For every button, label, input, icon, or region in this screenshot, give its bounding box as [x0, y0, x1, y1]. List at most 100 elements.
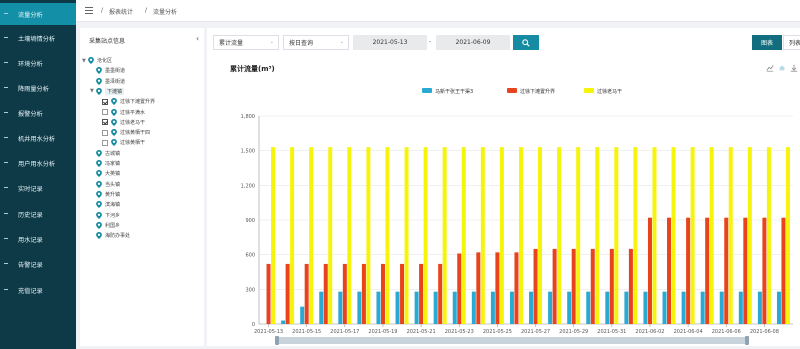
search-button[interactable]: [513, 35, 539, 50]
site-tree-panel: 采集站点信息 ‹ ▼ 沧化区 墨墨街道 墨泽街道 ▼ 下滩镇 过徐下滩置升界 过徐平满水 过徐老…: [80, 28, 204, 346]
tree-station-node[interactable]: 过徐黄栖干: [102, 139, 145, 147]
bar-1: [300, 306, 305, 324]
bar-2: [285, 263, 290, 324]
tree-region-node[interactable]: 冯家镇: [90, 160, 120, 167]
tree-region-node[interactable]: 墨泽街道: [90, 77, 125, 85]
checkbox[interactable]: [102, 119, 108, 126]
end-date-input[interactable]: 2021-06-09: [436, 35, 510, 50]
query-mode-value: 按日查询: [289, 40, 314, 47]
bar-2: [266, 263, 271, 324]
query-mode-select[interactable]: 按日查询 ⌄: [283, 35, 349, 50]
location-pin-icon: [96, 67, 102, 75]
sidebar-item-user-water[interactable]: 用户用水分析: [0, 152, 76, 174]
flow-type-select[interactable]: 累计流量 ⌄: [213, 35, 279, 50]
tree-region-node[interactable]: ▼ 沧化区: [82, 57, 112, 64]
bar-1: [509, 291, 514, 324]
sidebar-item-alert-records[interactable]: 告警记录: [0, 253, 76, 275]
location-pin-icon: [96, 160, 102, 167]
breadcrumb-separator: /: [145, 7, 148, 14]
sidebar-item-label: 降雨量分析: [18, 85, 49, 93]
bar-2: [552, 248, 557, 324]
zoom-slider-handle-left[interactable]: [275, 336, 279, 345]
location-pin-icon: [96, 190, 102, 198]
tree-node-label: 黄升镇: [105, 191, 121, 198]
tree-region-node[interactable]: 海防办事处: [90, 232, 130, 240]
tree-station-node[interactable]: 过徐下滩置升界: [102, 98, 156, 106]
bar-2: [323, 263, 328, 324]
bar-3: [366, 147, 371, 324]
bar-1: [548, 291, 553, 324]
bar-2: [400, 263, 405, 324]
checkbox[interactable]: [102, 98, 108, 105]
start-date-input[interactable]: 2021-05-13: [353, 35, 427, 50]
bar-3: [652, 147, 657, 324]
tree-station-node[interactable]: 过徐黄栖干四: [102, 129, 150, 137]
location-pin-icon: [96, 201, 102, 209]
bar-1: [567, 291, 572, 324]
zoom-slider-handle-right[interactable]: [745, 336, 749, 345]
tree-node-label: 墨墨街道: [105, 68, 126, 75]
tree-region-node[interactable]: 当头镇: [90, 180, 120, 188]
sidebar-item-soil-moisture[interactable]: 土壤墒情分析: [0, 27, 76, 49]
location-pin-icon: [111, 118, 117, 126]
sidebar-item-history[interactable]: 历史记录: [0, 203, 76, 225]
sidebar-item-water-usage[interactable]: 用水记录: [0, 228, 76, 250]
sidebar-item-recharge[interactable]: 充值记录: [0, 279, 76, 301]
menu-toggle-icon[interactable]: [85, 7, 93, 14]
sidebar-item-flow-analysis[interactable]: 流量分析: [0, 3, 76, 25]
bar-2: [419, 263, 424, 324]
bar-2: [342, 263, 347, 324]
tree-station-node[interactable]: 过徐老马干: [102, 118, 145, 126]
sidebar-item-rainfall[interactable]: 降雨量分析: [0, 77, 76, 99]
tree-node-label: 冯家镇: [105, 161, 121, 167]
sidebar-item-realtime[interactable]: 实时记录: [0, 177, 76, 199]
tree-region-node[interactable]: 大英镇: [90, 170, 121, 178]
tree-node-label: 古城镇: [105, 150, 121, 157]
tree-node-label: 沧化区: [97, 58, 113, 64]
bar-1: [529, 291, 534, 324]
tree-region-node[interactable]: ▼ 下滩镇: [90, 87, 125, 95]
chart-view-button[interactable]: 图表: [752, 35, 782, 50]
sidebar-item-alarm[interactable]: 报警分析: [0, 102, 76, 124]
checkbox[interactable]: [102, 109, 108, 115]
checkbox[interactable]: [102, 129, 108, 136]
location-pin-icon: [96, 221, 102, 229]
bar-3: [328, 147, 333, 324]
bar-1: [586, 291, 591, 324]
bar-2: [380, 263, 385, 324]
sidebar-item-environment[interactable]: 环境分析: [0, 52, 76, 74]
bar-2: [495, 252, 500, 324]
bar-2: [781, 217, 786, 324]
bar-3: [385, 147, 390, 324]
tree-region-node[interactable]: 利国乡: [90, 221, 120, 229]
tree-station-node[interactable]: 过徐平满水: [102, 108, 145, 116]
bar-3: [442, 147, 447, 324]
bar-1: [776, 291, 781, 324]
tree-node-label: 过徐下滩置升界: [120, 99, 156, 106]
tree-node-label: 下河乡: [105, 212, 121, 219]
legend-swatch: [422, 88, 432, 93]
collapse-panel-icon[interactable]: ‹: [196, 34, 199, 43]
location-pin-icon: [111, 129, 117, 137]
sidebar-item-well-water[interactable]: 机井用水分析: [0, 127, 76, 149]
tree-region-node[interactable]: 下河乡: [90, 211, 121, 219]
bar-1: [471, 291, 476, 324]
x-tick-label: 2021-06-04: [674, 329, 703, 335]
bar-3: [690, 147, 695, 324]
tree-node-label: 大英镇: [105, 171, 121, 178]
tree-region-node[interactable]: 黄升镇: [90, 190, 121, 198]
x-tick-label: 2021-06-08: [750, 329, 779, 335]
tree-region-node[interactable]: 滨海镇: [90, 201, 120, 209]
tree-node-label: 下滩镇: [105, 87, 125, 95]
y-tick-label: 900: [245, 218, 255, 224]
bar-1: [605, 291, 610, 324]
breadcrumb-item[interactable]: 报表统计: [109, 7, 133, 16]
checkbox[interactable]: [102, 139, 108, 146]
bar-2: [628, 248, 633, 324]
tree-region-node[interactable]: 古城镇: [90, 149, 121, 157]
tree-region-node[interactable]: 墨墨街道: [90, 67, 126, 75]
list-view-button[interactable]: 列表: [783, 35, 800, 50]
sidebar-item-label: 用水记录: [18, 236, 43, 244]
bar-2: [457, 253, 462, 324]
location-pin-icon: [96, 180, 102, 188]
